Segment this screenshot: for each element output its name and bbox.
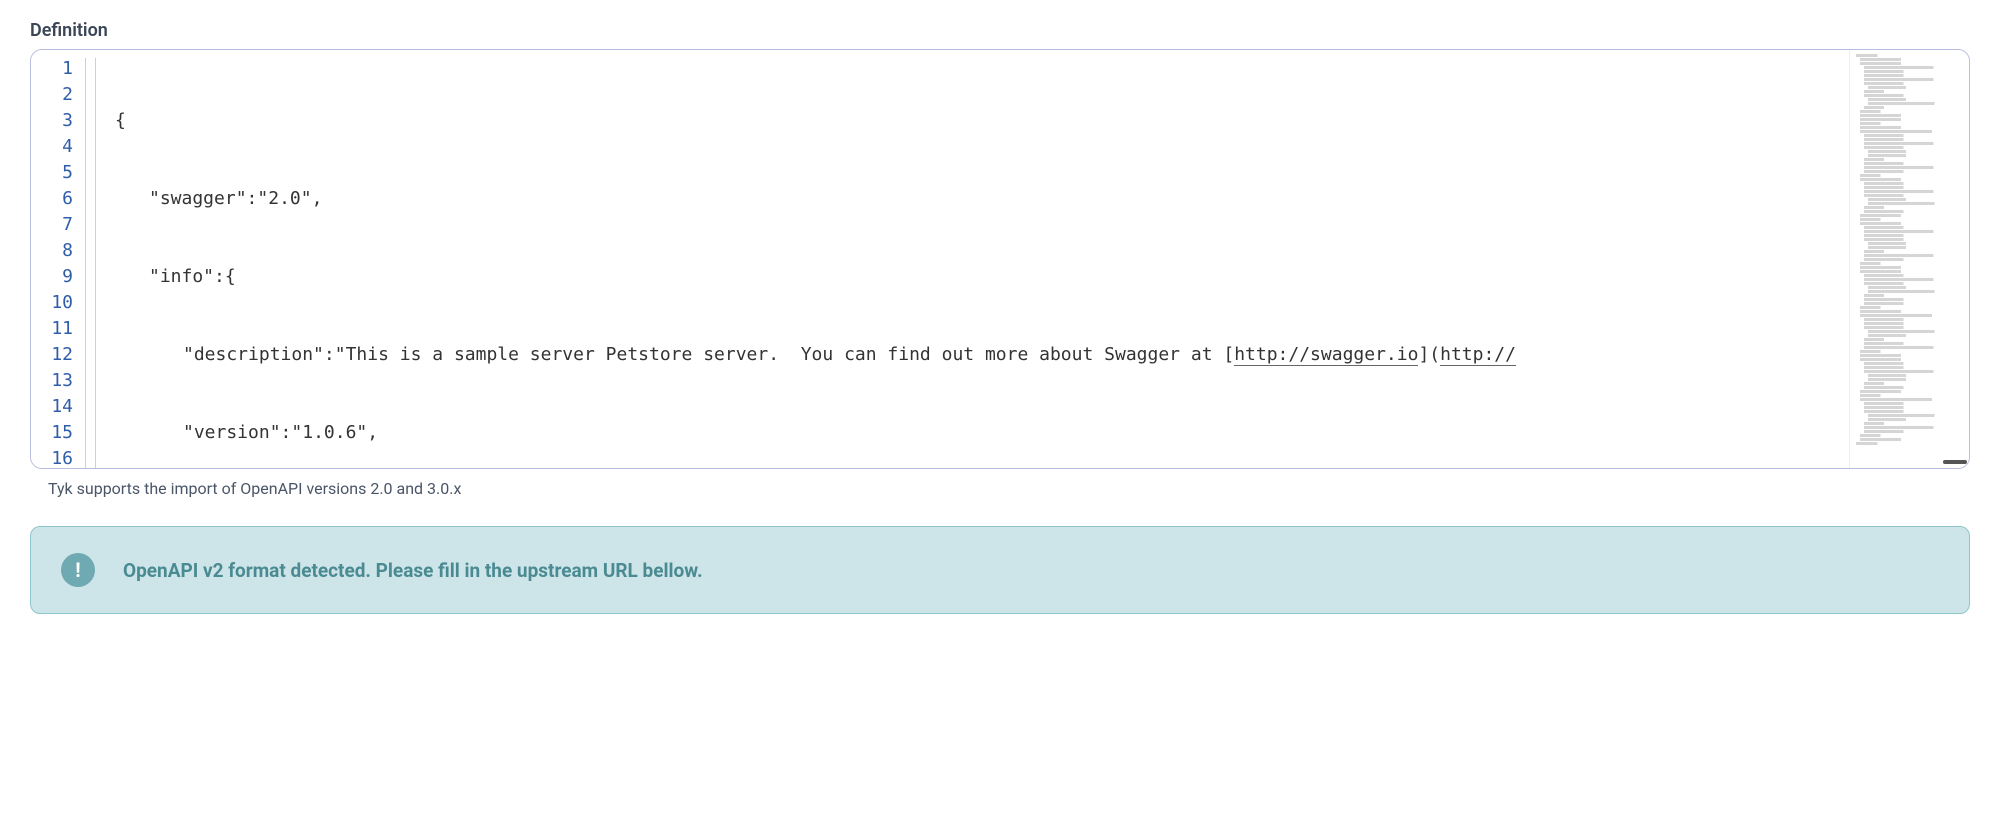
code-area[interactable]: 1 2 3 4 5 6 7 8 9 10 11 12 13 14 15 16 1… xyxy=(31,50,1849,468)
line-number: 2 xyxy=(37,82,73,108)
line-number: 1 xyxy=(37,56,73,82)
info-alert: ! OpenAPI v2 format detected. Please fil… xyxy=(30,526,1970,614)
code-content[interactable]: { "swagger":"2.0", "info":{ "description… xyxy=(111,50,1849,468)
line-number: 3 xyxy=(37,108,73,134)
code-line: "version":"1.0.6", xyxy=(115,420,1849,446)
editor-hint-text: Tyk supports the import of OpenAPI versi… xyxy=(48,479,1970,498)
section-label: Definition xyxy=(30,20,1970,41)
line-number: 7 xyxy=(37,212,73,238)
line-number: 9 xyxy=(37,264,73,290)
line-number: 14 xyxy=(37,394,73,420)
minimap-scrollbar[interactable] xyxy=(1943,460,1967,464)
line-number: 16 xyxy=(37,446,73,468)
line-number: 10 xyxy=(37,290,73,316)
code-line: "info":{ xyxy=(115,264,1849,290)
line-number: 12 xyxy=(37,342,73,368)
line-number: 15 xyxy=(37,420,73,446)
line-number: 8 xyxy=(37,238,73,264)
line-number: 11 xyxy=(37,316,73,342)
alert-message: OpenAPI v2 format detected. Please fill … xyxy=(123,559,703,582)
code-editor[interactable]: 1 2 3 4 5 6 7 8 9 10 11 12 13 14 15 16 1… xyxy=(30,49,1970,469)
alert-icon: ! xyxy=(61,553,95,587)
line-number: 13 xyxy=(37,368,73,394)
line-number: 4 xyxy=(37,134,73,160)
code-line: { xyxy=(115,108,1849,134)
line-number: 5 xyxy=(37,160,73,186)
code-line: "description":"This is a sample server P… xyxy=(115,342,1849,368)
fold-guides xyxy=(83,50,111,468)
line-number-gutter: 1 2 3 4 5 6 7 8 9 10 11 12 13 14 15 16 1… xyxy=(31,50,83,468)
line-number: 6 xyxy=(37,186,73,212)
minimap[interactable] xyxy=(1849,50,1969,468)
code-line: "swagger":"2.0", xyxy=(115,186,1849,212)
